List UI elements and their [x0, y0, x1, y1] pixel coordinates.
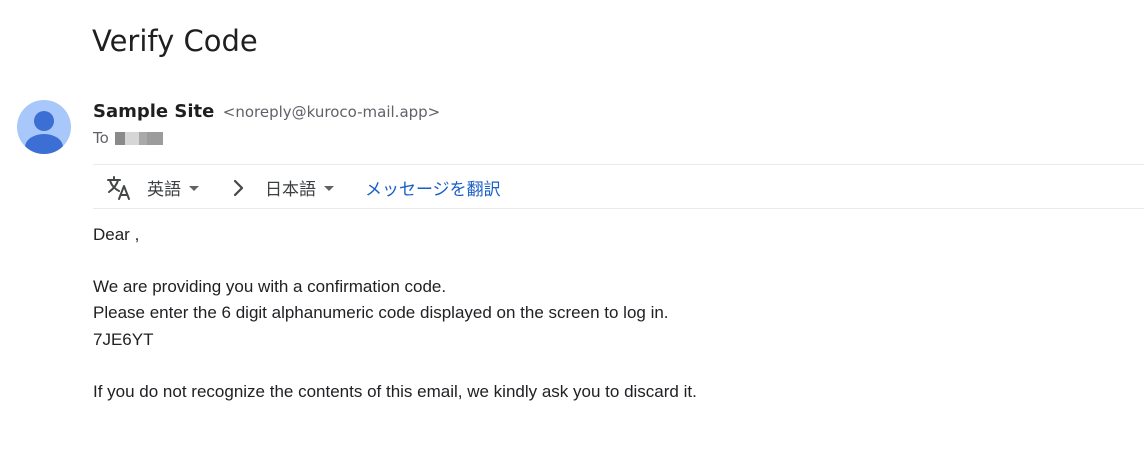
body-line-1: We are providing you with a confirmation… — [93, 277, 447, 296]
source-language-dropdown[interactable]: 英語 — [147, 165, 199, 210]
sender-name[interactable]: Sample Site — [93, 101, 214, 122]
sender-avatar-icon[interactable] — [17, 100, 71, 154]
recipient-line[interactable]: To — [93, 129, 163, 147]
translate-icon — [106, 165, 132, 210]
to-label: To — [93, 129, 109, 147]
translate-message-label: メッセージを翻訳 — [365, 180, 501, 200]
caret-down-icon — [324, 186, 334, 191]
target-language-label: 日本語 — [265, 180, 316, 200]
sender-line: Sample Site <noreply@kuroco-mail.app> — [93, 101, 440, 122]
target-language-dropdown[interactable]: 日本語 — [265, 165, 334, 210]
translate-bar: 英語 日本語 メッセージを翻訳 — [93, 164, 1144, 209]
verification-code: 7JE6YT — [93, 330, 154, 349]
body-greeting: Dear , — [93, 225, 140, 244]
chevron-right-icon — [230, 165, 246, 210]
sender-email: <noreply@kuroco-mail.app> — [222, 103, 441, 121]
translate-message-link[interactable]: メッセージを翻訳 — [365, 165, 501, 210]
caret-down-icon — [189, 186, 199, 191]
email-subject: Verify Code — [92, 24, 258, 58]
redacted-recipient — [114, 131, 163, 145]
source-language-label: 英語 — [147, 180, 181, 200]
body-line-2: Please enter the 6 digit alphanumeric co… — [93, 303, 669, 322]
body-line-3: If you do not recognize the contents of … — [93, 382, 697, 401]
